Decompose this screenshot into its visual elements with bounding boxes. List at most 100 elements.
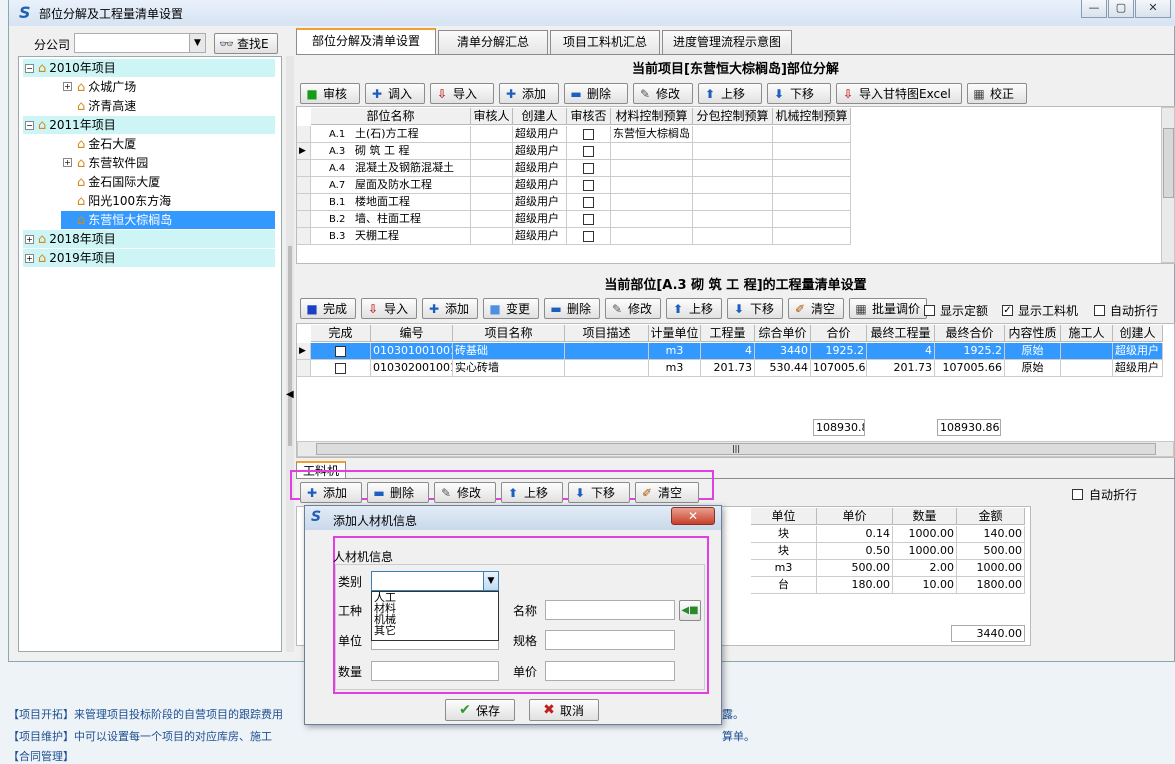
toolbar-button-0[interactable]: ✚ 添加 <box>300 482 362 503</box>
spec-input[interactable] <box>545 630 675 650</box>
toolbar-button-4[interactable]: ⬇ 下移 <box>568 482 630 503</box>
approved-checkbox[interactable] <box>583 230 594 242</box>
section2-hscroll[interactable]: ||| <box>297 441 1174 457</box>
check-0[interactable]: 显示定额 <box>924 302 988 319</box>
toolbar-button-5[interactable]: ✎ 修改 <box>605 298 661 319</box>
approved-checkbox[interactable] <box>583 196 594 208</box>
expand-icon[interactable]: + <box>63 82 72 91</box>
expand-icon[interactable]: − <box>25 64 34 73</box>
toolbar-button-8[interactable]: ✐ 清空 <box>788 298 844 319</box>
tree-item[interactable]: + ⌂ 2019年项目 <box>23 249 275 267</box>
section2-cell-blank[interactable] <box>311 360 371 377</box>
expand-icon[interactable]: + <box>25 235 34 244</box>
toolbar-button-1[interactable]: ✚ 调入 <box>365 83 425 104</box>
section1-row-name[interactable]: B.2 墙、柱面工程 <box>311 211 471 228</box>
collapse-arrow-icon[interactable]: ◀ <box>286 389 294 400</box>
splitter[interactable]: ◀ <box>286 56 294 652</box>
autowrap-checkbox[interactable] <box>1072 489 1083 500</box>
toolbar-button-2[interactable]: ⇩ 导入 <box>430 83 494 104</box>
dialog-close-button[interactable]: ✕ <box>671 507 715 525</box>
checkbox[interactable]: ✓ <box>1002 305 1013 316</box>
row-approved[interactable] <box>567 228 611 245</box>
cancel-button[interactable]: ✖ 取消 <box>529 699 599 721</box>
toolbar-button-7[interactable]: ⬇ 下移 <box>767 83 831 104</box>
row-approved[interactable] <box>567 194 611 211</box>
approved-checkbox[interactable] <box>583 128 594 140</box>
checkbox[interactable] <box>924 305 935 316</box>
toolbar-button-5[interactable]: ✐ 清空 <box>635 482 699 503</box>
toolbar-button-1[interactable]: ▬ 删除 <box>367 482 429 503</box>
section2-cell-blank[interactable] <box>311 343 371 360</box>
save-button[interactable]: ✔ 保存 <box>445 699 515 721</box>
toolbar-button-7[interactable]: ⬇ 下移 <box>727 298 783 319</box>
tree-item[interactable]: ⌂ 阳光100东方海 <box>61 192 275 210</box>
tree-item[interactable]: ⌂ 济青高速 <box>61 97 275 115</box>
tree-item[interactable]: + ⌂ 2018年项目 <box>23 230 275 248</box>
approved-checkbox[interactable] <box>583 145 594 157</box>
search-button[interactable]: 👓 查找E <box>214 33 278 54</box>
done-checkbox[interactable] <box>335 362 346 374</box>
toolbar-button-9[interactable]: ▦ 校正 <box>967 83 1027 104</box>
row-approved[interactable] <box>567 143 611 160</box>
toolbar-button-4[interactable]: ▬ 删除 <box>544 298 600 319</box>
tab-1[interactable]: 清单分解汇总 <box>438 30 548 54</box>
tab-3[interactable]: 进度管理流程示意图 <box>662 30 792 54</box>
tree-item[interactable]: − ⌂ 2011年项目 <box>23 116 275 134</box>
toolbar-button-9[interactable]: ▦ 批量调价 <box>849 298 927 319</box>
expand-icon[interactable]: + <box>63 158 72 167</box>
tree-item[interactable]: + ⌂ 东营软件园 <box>61 154 275 172</box>
done-checkbox[interactable] <box>335 345 346 357</box>
tab-0[interactable]: 部位分解及清单设置 <box>296 28 436 54</box>
section1-row-name[interactable]: A.4 混凝土及钢筋混凝土 <box>311 160 471 177</box>
tree-item[interactable]: + ⌂ 众城广场 <box>61 78 275 96</box>
minimize-button[interactable]: — <box>1081 0 1107 18</box>
tree-item[interactable]: ⌂ 金石国际大厦 <box>61 173 275 191</box>
toolbar-button-8[interactable]: ⇩ 导入甘特图Excel <box>836 83 962 104</box>
toolbar-button-2[interactable]: ✎ 修改 <box>434 482 496 503</box>
row-approved[interactable] <box>567 126 611 143</box>
check-1[interactable]: ✓ 显示工料机 <box>1002 302 1078 319</box>
price-input[interactable] <box>545 661 675 681</box>
approved-checkbox[interactable] <box>583 213 594 225</box>
section1-row-name[interactable]: A.7 屋面及防水工程 <box>311 177 471 194</box>
checkbox[interactable] <box>1094 305 1105 316</box>
row-approved[interactable] <box>567 211 611 228</box>
close-button[interactable]: ✕ <box>1135 0 1171 18</box>
tree-item[interactable]: ⌂ 东营恒大棕榈岛 <box>61 211 275 229</box>
option-other[interactable]: 其它 <box>374 625 396 636</box>
toolbar-button-3[interactable]: ⬆ 上移 <box>501 482 563 503</box>
category-select[interactable]: ▼ <box>371 571 499 591</box>
toolbar-button-1[interactable]: ⇩ 导入 <box>361 298 417 319</box>
check-2[interactable]: 自动折行 <box>1094 302 1158 319</box>
tab-2[interactable]: 项目工料机汇总 <box>550 30 660 54</box>
expand-icon[interactable]: − <box>25 121 34 130</box>
toolbar-button-6[interactable]: ⬆ 上移 <box>698 83 762 104</box>
toolbar-button-3[interactable]: ✚ 添加 <box>499 83 559 104</box>
toolbar-button-5[interactable]: ✎ 修改 <box>633 83 693 104</box>
approved-checkbox[interactable] <box>583 162 594 174</box>
chevron-down-icon[interactable]: ▼ <box>483 572 498 590</box>
section1-row-name[interactable]: A.1 土(石)方工程 <box>311 126 471 143</box>
approved-checkbox[interactable] <box>583 179 594 191</box>
section3-autowrap[interactable]: 自动折行 <box>1072 486 1137 503</box>
expand-icon[interactable]: + <box>25 254 34 263</box>
tree-item[interactable]: ⌂ 金石大厦 <box>61 135 275 153</box>
tree-item[interactable]: − ⌂ 2010年项目 <box>23 59 275 77</box>
section1-row-name[interactable]: B.3 天棚工程 <box>311 228 471 245</box>
maximize-button[interactable]: ▢ <box>1108 0 1134 18</box>
toolbar-button-3[interactable]: ■ 变更 <box>483 298 539 319</box>
pick-name-button[interactable]: ◀■ <box>679 600 701 621</box>
toolbar-button-4[interactable]: ▬ 删除 <box>564 83 628 104</box>
toolbar-button-0[interactable]: ■ 完成 <box>300 298 356 319</box>
section1-row-name[interactable]: B.1 楼地面工程 <box>311 194 471 211</box>
section1-vscroll[interactable] <box>1161 107 1175 263</box>
row-approved[interactable] <box>567 160 611 177</box>
section1-row-name[interactable]: A.3 砌 筑 工 程 <box>311 143 471 160</box>
toolbar-button-0[interactable]: ■ 审核 <box>300 83 360 104</box>
row-approved[interactable] <box>567 177 611 194</box>
qty-input[interactable] <box>371 661 499 681</box>
toolbar-button-6[interactable]: ⬆ 上移 <box>666 298 722 319</box>
name-input[interactable] <box>545 600 675 620</box>
toolbar-button-2[interactable]: ✚ 添加 <box>422 298 478 319</box>
company-select[interactable]: ▼ <box>74 33 206 53</box>
